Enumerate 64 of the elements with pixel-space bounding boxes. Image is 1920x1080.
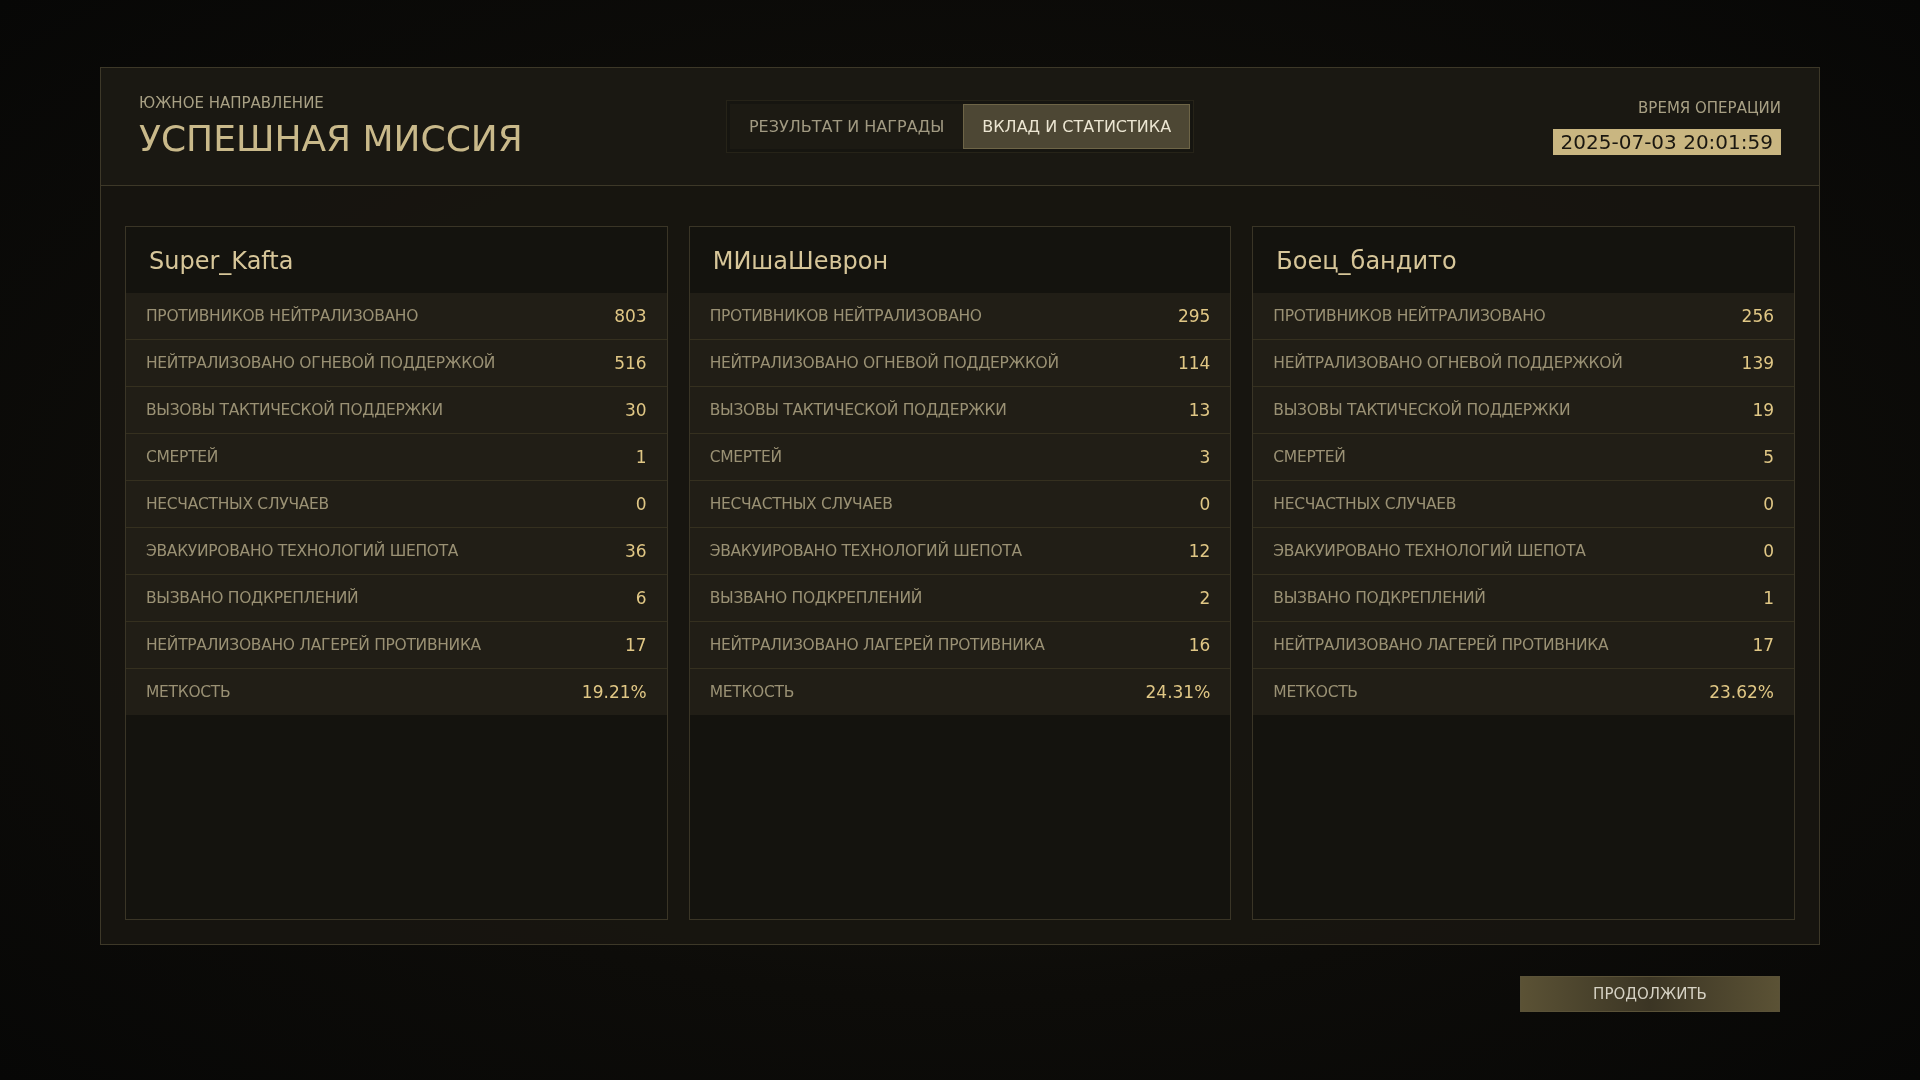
stat-label: ЭВАКУИРОВАНО ТЕХНОЛОГИЙ ШЕПОТА <box>146 542 459 560</box>
stat-value: 2 <box>1199 588 1211 608</box>
stat-label: ПРОТИВНИКОВ НЕЙТРАЛИЗОВАНО <box>146 307 419 325</box>
stat-label: ВЫЗВАНО ПОДКРЕПЛЕНИЙ <box>709 589 922 607</box>
tab[interactable]: ВКЛАД И СТАТИСТИКА <box>963 104 1191 149</box>
stat-value: 3 <box>1199 447 1211 467</box>
stat-label: СМЕРТЕЙ <box>1273 448 1346 466</box>
stat-value: 1 <box>635 447 647 467</box>
stat-label: МЕТКОСТЬ <box>709 683 795 701</box>
stat-value: 295 <box>1177 306 1211 326</box>
stat-value: 0 <box>1763 494 1774 514</box>
stat-label: ВЫЗВАНО ПОДКРЕПЛЕНИЙ <box>1273 589 1486 607</box>
stat-value: 17 <box>625 635 647 655</box>
stat-label: ЭВАКУИРОВАНО ТЕХНОЛОГИЙ ШЕПОТА <box>709 542 1022 560</box>
stat-value: 5 <box>1763 447 1774 467</box>
tab[interactable]: РЕЗУЛЬТАТ И НАГРАДЫ <box>729 104 964 149</box>
stat-value: 803 <box>614 306 647 326</box>
stat-value: 0 <box>1199 494 1211 514</box>
stat-label: ВЫЗОВЫ ТАКТИЧЕСКОЙ ПОДДЕРЖКИ <box>709 401 1007 419</box>
continue-button[interactable]: ПРОДОЛЖИТЬ <box>1520 976 1780 1012</box>
stat-value: 12 <box>1188 541 1211 561</box>
stat-value: 139 <box>1741 353 1774 373</box>
stat-value: 13 <box>1188 400 1211 420</box>
stat-label: НЕСЧАСТНЫХ СЛУЧАЕВ <box>146 495 329 513</box>
stat-value: 24.31% <box>1145 682 1211 702</box>
stat-value: 114 <box>1177 353 1211 373</box>
stat-value: 17 <box>1752 635 1774 655</box>
stat-value: 23.62% <box>1709 682 1774 702</box>
stat-value: 19.21% <box>581 682 647 702</box>
stat-label: ВЫЗВАНО ПОДКРЕПЛЕНИЙ <box>146 589 359 607</box>
stat-value: 6 <box>635 588 647 608</box>
stat-value: 19 <box>1752 400 1774 420</box>
stat-label: МЕТКОСТЬ <box>146 683 231 701</box>
mission-title: УСПЕШНАЯ МИССИЯ <box>139 118 524 159</box>
player-name: Боец_бандито <box>1275 246 1458 277</box>
stat-value: 0 <box>635 494 647 514</box>
player-name: МИшаШеврон <box>711 246 890 277</box>
stat-label: МЕТКОСТЬ <box>1273 683 1358 701</box>
stat-label: НЕЙТРАЛИЗОВАНО ОГНЕВОЙ ПОДДЕРЖКОЙ <box>146 354 496 372</box>
stat-label: НЕЙТРАЛИЗОВАНО ЛАГЕРЕЙ ПРОТИВНИКА <box>1273 636 1609 654</box>
time-value: 2025-07-03 20:01:59 <box>1552 128 1781 155</box>
stat-label: НЕЙТРАЛИЗОВАНО ОГНЕВОЙ ПОДДЕРЖКОЙ <box>1273 354 1623 372</box>
stat-value: 0 <box>1763 541 1774 561</box>
stat-value: 36 <box>625 541 647 561</box>
time-label: ВРЕМЯ ОПЕРАЦИИ <box>1638 98 1781 117</box>
stat-label: НЕЙТРАЛИЗОВАНО ОГНЕВОЙ ПОДДЕРЖКОЙ <box>709 354 1059 372</box>
mission-subtitle: ЮЖНОЕ НАПРАВЛЕНИЕ <box>139 94 325 112</box>
stat-label: ВЫЗОВЫ ТАКТИЧЕСКОЙ ПОДДЕРЖКИ <box>1273 401 1571 419</box>
stat-value: 256 <box>1741 306 1774 326</box>
stat-value: 516 <box>614 353 647 373</box>
stat-label: СМЕРТЕЙ <box>146 448 219 466</box>
stat-label: ПРОТИВНИКОВ НЕЙТРАЛИЗОВАНО <box>1273 307 1546 325</box>
stat-label: НЕСЧАСТНЫХ СЛУЧАЕВ <box>1273 495 1457 513</box>
stat-label: ПРОТИВНИКОВ НЕЙТРАЛИЗОВАНО <box>709 307 982 325</box>
stat-label: СМЕРТЕЙ <box>709 448 782 466</box>
stat-label: НЕЙТРАЛИЗОВАНО ЛАГЕРЕЙ ПРОТИВНИКА <box>146 636 481 654</box>
stat-value: 30 <box>625 400 647 420</box>
stat-label: ВЫЗОВЫ ТАКТИЧЕСКОЙ ПОДДЕРЖКИ <box>146 401 443 419</box>
stat-label: НЕСЧАСТНЫХ СЛУЧАЕВ <box>709 495 893 513</box>
stat-value: 1 <box>1763 588 1774 608</box>
player-name: Super_Kafta <box>148 246 295 277</box>
stat-label: ЭВАКУИРОВАНО ТЕХНОЛОГИЙ ШЕПОТА <box>1273 542 1586 560</box>
stat-label: НЕЙТРАЛИЗОВАНО ЛАГЕРЕЙ ПРОТИВНИКА <box>709 636 1045 654</box>
stat-value: 16 <box>1188 635 1211 655</box>
